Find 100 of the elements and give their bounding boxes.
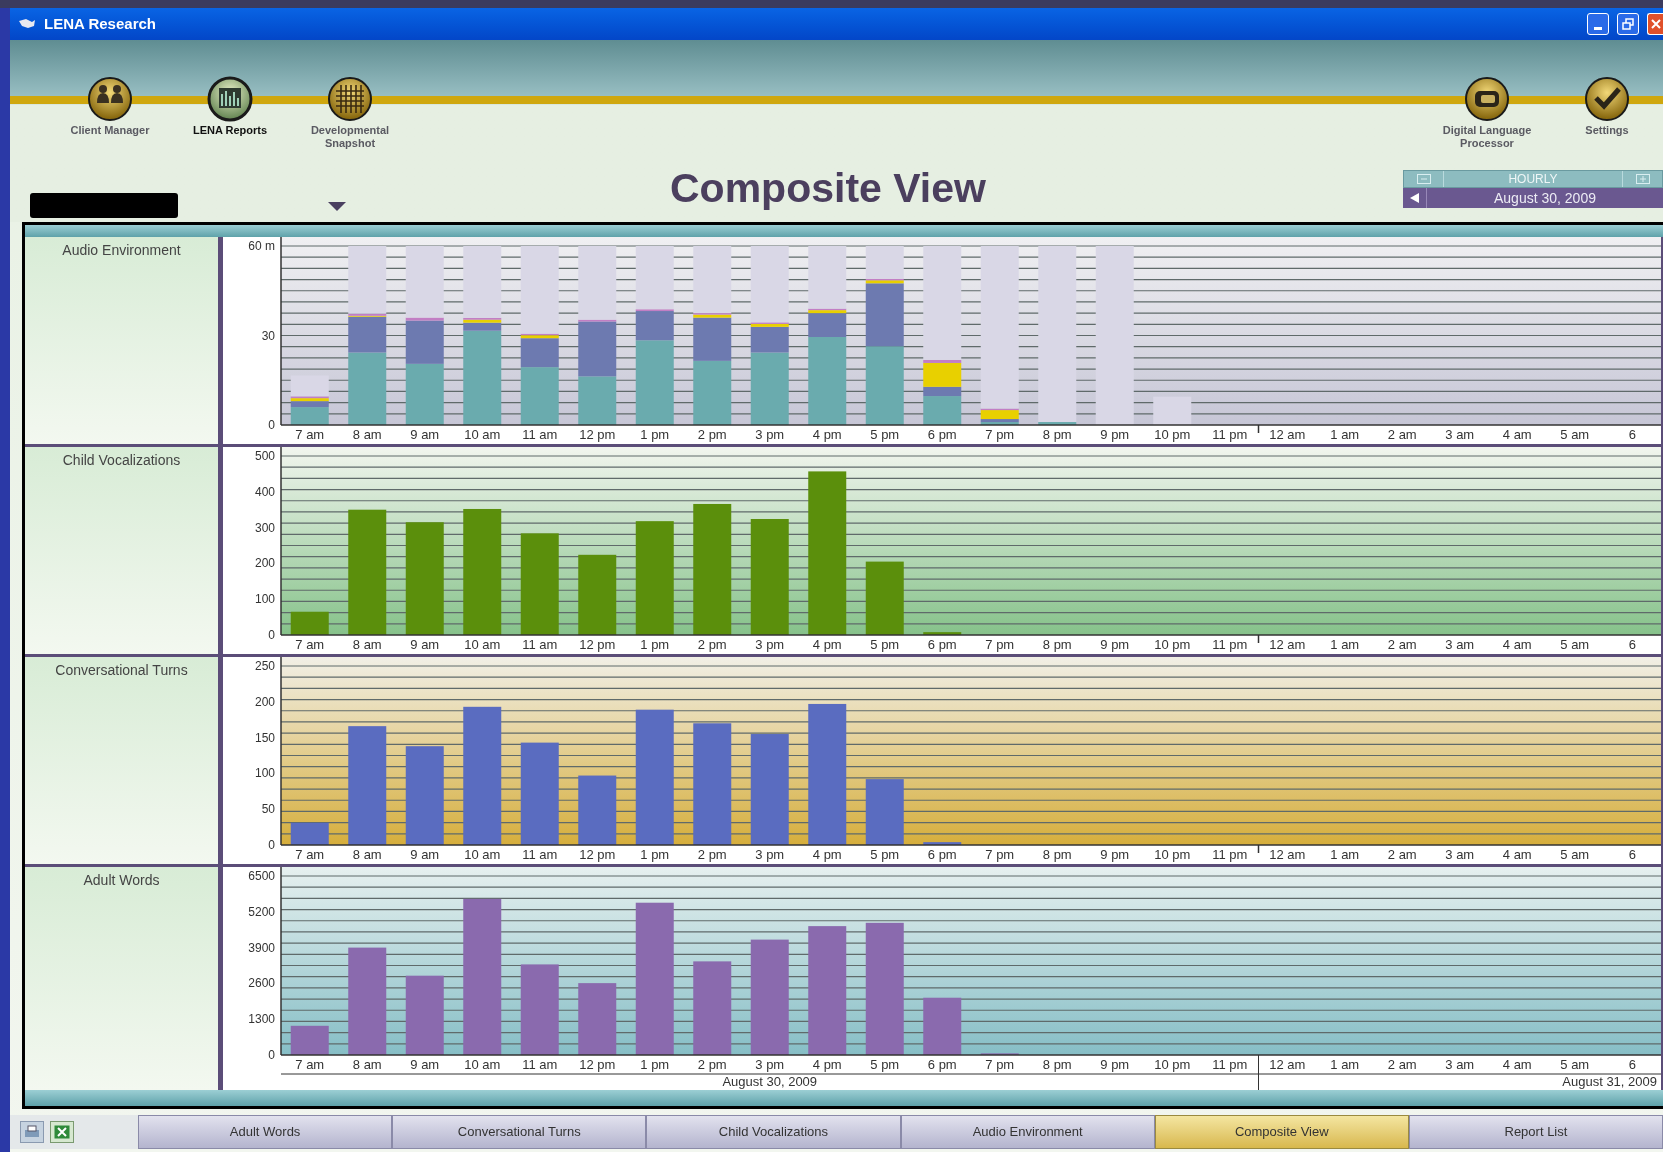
axis-label: 1 pm	[640, 427, 670, 442]
axis-label: 5 pm	[870, 637, 900, 652]
axis-label: 3 pm	[755, 1057, 785, 1072]
axis-label: 6	[1628, 847, 1636, 862]
axis-label: 12 am	[1269, 1057, 1306, 1072]
axis-label: 5 am	[1560, 847, 1590, 862]
axis-label: 8 am	[352, 427, 382, 442]
chart-title: Conversational Turns	[55, 661, 188, 680]
axis-label: 0	[268, 628, 275, 642]
axis-label: 11 pm	[1212, 427, 1248, 442]
axis-label: 0	[268, 418, 275, 432]
axis-label: 11 pm	[1212, 1057, 1248, 1072]
date-label: August 30, 2009	[722, 1074, 818, 1089]
axis-label: 3 pm	[755, 427, 785, 442]
axis-label: 3 pm	[755, 847, 785, 862]
axis-label: 4 pm	[812, 427, 842, 442]
axis-label: 1 am	[1330, 637, 1360, 652]
axis-label: 12 am	[1269, 637, 1306, 652]
axis-label: 4 am	[1502, 847, 1532, 862]
axis-label: 8 pm	[1042, 847, 1072, 862]
axis-label: 7 am	[295, 847, 325, 862]
axis-label: 6 pm	[927, 637, 957, 652]
axis-label: 5 am	[1560, 1057, 1590, 1072]
axis-label: 3900	[248, 940, 275, 955]
axis-label: 1 pm	[640, 1057, 670, 1072]
axis-label: 10 pm	[1154, 637, 1191, 652]
axis-label: 0	[268, 1048, 275, 1062]
axis-label: 9 pm	[1100, 1057, 1130, 1072]
axis-label: 1 am	[1330, 427, 1360, 442]
chart-title: Audio Environment	[62, 241, 181, 260]
axis-label: 12 pm	[579, 427, 616, 442]
axis-label: 11 am	[522, 847, 558, 862]
axis-label: 7 am	[295, 427, 325, 442]
axis-label: 10 am	[464, 637, 501, 652]
date-label: August 31, 2009	[1562, 1074, 1657, 1089]
axis-label: 1300	[248, 1012, 275, 1027]
axis-label: 7 pm	[985, 847, 1015, 862]
chart-title: Adult Words	[83, 871, 160, 890]
axis-label: 4 am	[1502, 1057, 1532, 1072]
axis-label: 100	[254, 592, 275, 607]
axis-label: 8 pm	[1042, 1057, 1072, 1072]
axis-label: 7 am	[295, 637, 325, 652]
axis-label: 2 am	[1387, 847, 1417, 862]
axis-label: 9 pm	[1100, 847, 1130, 862]
axis-label: 7 pm	[985, 1057, 1015, 1072]
axis-label: 100	[254, 766, 275, 781]
axis-label: 9 am	[410, 427, 440, 442]
axis-label: 12 pm	[579, 637, 616, 652]
axis-label: 400	[254, 484, 275, 499]
axis-label: 9 am	[410, 1057, 440, 1072]
axis-label: 10 am	[464, 427, 501, 442]
axis-label: 3 am	[1445, 637, 1475, 652]
axis-label: 2 pm	[697, 637, 727, 652]
page-title: Composite View	[670, 164, 986, 213]
axis-label: 4 pm	[812, 847, 842, 862]
axis-label: 50	[261, 802, 275, 817]
axis-label: 300	[254, 520, 275, 535]
axis-label: 11 am	[522, 637, 558, 652]
axis-label: 1 pm	[640, 847, 670, 862]
axis-label: 2 am	[1387, 427, 1417, 442]
axis-label: 1 am	[1330, 847, 1360, 862]
axis-label: 8 am	[352, 1057, 382, 1072]
axis-label: 8 pm	[1042, 427, 1072, 442]
axis-label: 12 pm	[579, 1057, 616, 1072]
axis-label: 9 pm	[1100, 427, 1130, 442]
axis-label: 5 pm	[870, 427, 900, 442]
axis-label: 250	[254, 659, 275, 673]
axis-label: 8 am	[352, 847, 382, 862]
axis-label: 2 am	[1387, 1057, 1417, 1072]
axis-label: 11 pm	[1212, 847, 1248, 862]
axis-label: 2 pm	[697, 427, 727, 442]
axis-label: 10 am	[464, 847, 501, 862]
axis-label: 7 pm	[985, 637, 1015, 652]
axis-label: 500	[254, 449, 275, 463]
axis-label: 12 pm	[579, 847, 616, 862]
date-label: August 30, 2009	[1493, 189, 1597, 208]
axis-label: 0	[268, 838, 275, 852]
axis-label: 8 pm	[1042, 637, 1072, 652]
axis-label: 3 am	[1445, 1057, 1475, 1072]
axis-label: 6 pm	[927, 847, 957, 862]
axis-label: 60 m	[248, 239, 275, 253]
axis-label: 10 pm	[1154, 427, 1191, 442]
axis-label: 3 am	[1445, 847, 1475, 862]
axis-label: 3 am	[1445, 427, 1475, 442]
axis-label: 6	[1628, 1057, 1636, 1072]
axis-label: 3 pm	[755, 637, 785, 652]
axis-label: 9 am	[410, 847, 440, 862]
axis-label: 2 pm	[697, 1057, 727, 1072]
axis-label: 7 am	[295, 1057, 325, 1072]
axis-label: 10 pm	[1154, 847, 1191, 862]
axis-label: 10 am	[464, 1057, 501, 1072]
window-title: LENA Research	[44, 13, 156, 34]
axis-label: 6	[1628, 427, 1636, 442]
axis-label: 10 pm	[1154, 1057, 1191, 1072]
axis-label: 4 am	[1502, 427, 1532, 442]
axis-label: 2600	[248, 976, 275, 991]
period-label: HOURLY	[1507, 171, 1559, 187]
axis-label: 11 pm	[1212, 637, 1248, 652]
axis-label: 6500	[248, 869, 275, 883]
axis-label: 1 pm	[640, 637, 670, 652]
